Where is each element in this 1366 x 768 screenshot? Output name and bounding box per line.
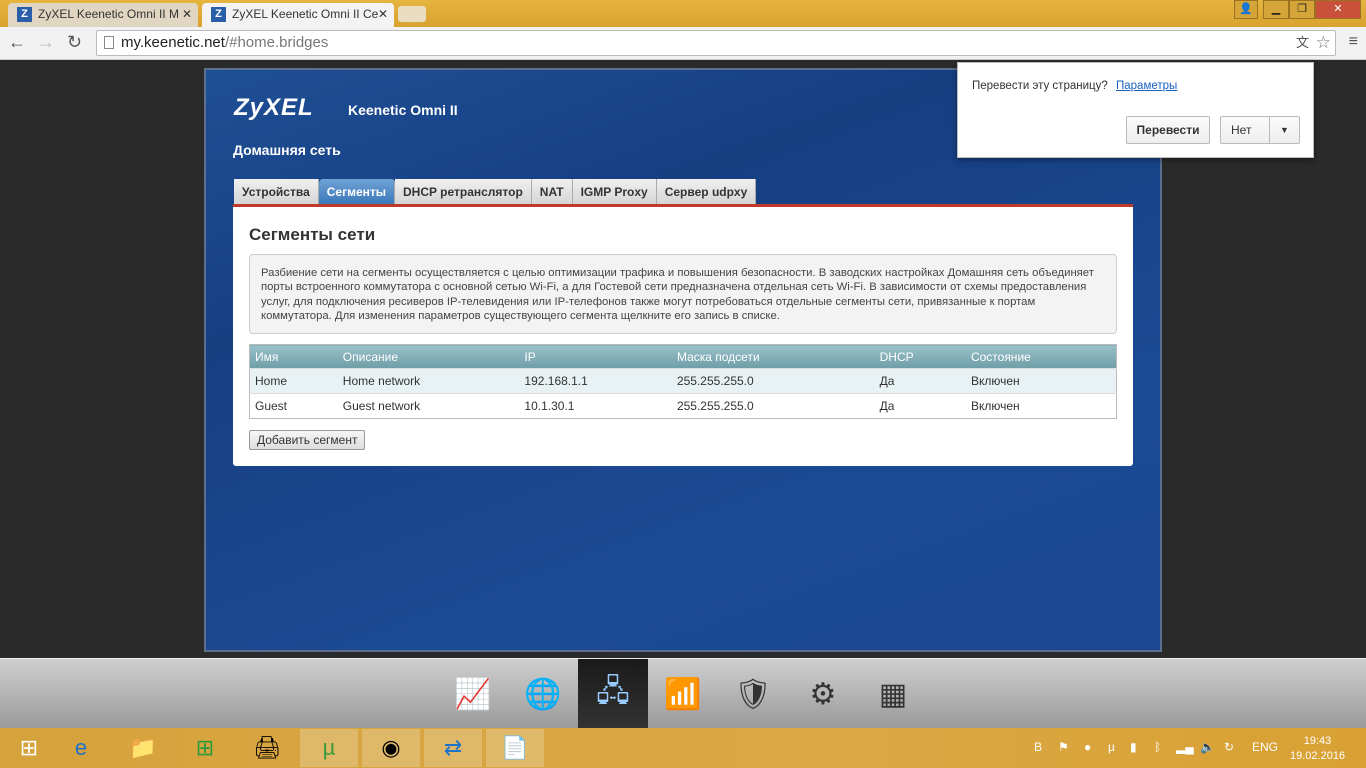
panel-title: Сегменты сети (249, 225, 376, 244)
reload-icon[interactable]: ↻ (67, 32, 82, 53)
page-icon (104, 36, 114, 49)
column-header: Имя (249, 344, 338, 369)
user-icon[interactable]: 👤 (1234, 0, 1258, 19)
forward-icon[interactable]: → (37, 32, 55, 53)
tab-segments[interactable]: Сегменты (318, 179, 396, 205)
table-cell: Guest (249, 393, 338, 419)
battery-icon[interactable]: ▮ (1130, 740, 1137, 754)
column-header: IP (519, 344, 672, 369)
utorrent-icon[interactable]: µ (300, 729, 358, 767)
table-cell: 255.255.255.0 (671, 368, 875, 394)
chrome-icon[interactable]: ◉ (362, 729, 420, 767)
column-header: Маска подсети (671, 344, 875, 369)
column-header: Состояние (965, 344, 1117, 369)
table-cell: Home (249, 368, 338, 394)
table-cell: Да (874, 393, 966, 419)
ie-icon[interactable]: e (52, 729, 110, 767)
close-tab-icon[interactable]: ✕ (182, 3, 192, 25)
printer-icon[interactable]: 🖨 (238, 729, 296, 767)
table-cell: 10.1.30.1 (519, 393, 672, 419)
minimize-button[interactable]: ▁ (1263, 0, 1289, 19)
router-menu-dock: 📈 🌐 🖧 📶 🛡 ⚙ ▦ (0, 658, 1366, 729)
table-row[interactable]: Guest Guest network 10.1.30.1 255.255.255.0… (249, 393, 1117, 419)
translate-bubble: Перевести эту страницу? Параметры Переве… (957, 62, 1314, 158)
teamviewer-icon[interactable]: ⇄ (424, 729, 482, 767)
browser-tab-1[interactable]: Z ZyXEL Keenetic Omni II M ✕ (8, 3, 198, 27)
internet-icon[interactable]: 🌐 (508, 659, 578, 729)
zyxel-favicon-icon: Z (211, 7, 226, 22)
translate-button[interactable]: Перевести (1126, 116, 1210, 144)
zyxel-logo: ZyXEL (234, 94, 314, 121)
chevron-down-icon[interactable]: ▼ (1269, 117, 1299, 143)
monitor-icon[interactable]: 📈 (438, 659, 508, 729)
table-cell: Включен (965, 368, 1117, 394)
menu-icon[interactable]: ≡ (1349, 33, 1358, 51)
flag-icon[interactable]: ⚑ (1058, 740, 1069, 754)
vk-icon[interactable]: В (1034, 740, 1042, 754)
zyxel-favicon-icon: Z (17, 7, 32, 22)
apps-icon[interactable]: ▦ (858, 659, 928, 729)
explorer-icon[interactable]: 📁 (114, 729, 172, 767)
segments-panel: Сегменты сети Разбиение сети на сегменты… (233, 204, 1133, 466)
translate-question: Перевести эту страницу? (972, 80, 1108, 92)
security-icon[interactable]: 🛡 (718, 659, 788, 729)
system-icon[interactable]: ⚙ (788, 659, 858, 729)
address-bar[interactable]: my.keenetic.net/#home.bridges 文 ☆ (96, 30, 1336, 56)
tab-nat[interactable]: NAT (531, 179, 573, 205)
table-cell: Guest network (337, 393, 520, 419)
browser-toolbar: ← → ↻ my.keenetic.net/#home.bridges 文 ☆ … (0, 27, 1366, 60)
table-cell: Да (874, 368, 966, 394)
model-name: Keenetic Omni II (348, 102, 458, 118)
info-box: Разбиение сети на сегменты осуществляетс… (249, 254, 1117, 334)
section-title: Домашняя сеть (233, 142, 341, 158)
segments-table: Имя Описание IP Маска подсети DHCP Состояние … (249, 344, 1117, 419)
maximize-button[interactable]: ❐ (1289, 0, 1315, 19)
translate-icon[interactable]: 文 (1296, 31, 1309, 55)
new-tab-button[interactable] (398, 6, 426, 22)
home-network-icon[interactable]: 🖧 (578, 659, 648, 729)
wifi-icon[interactable]: 📶 (648, 659, 718, 729)
tab-dhcp-relay[interactable]: DHCP ретранслятор (395, 179, 532, 205)
table-cell: 255.255.255.0 (671, 393, 875, 419)
column-header: DHCP (874, 344, 966, 369)
close-tab-icon[interactable]: ✕ (378, 3, 388, 25)
document-icon[interactable]: 📄 (486, 729, 544, 767)
table-row[interactable]: Home Home network 192.168.1.1 255.255.255.0… (249, 368, 1117, 394)
volume-icon[interactable]: 🔈 (1200, 740, 1215, 754)
close-window-button[interactable]: ✕ (1315, 0, 1361, 19)
network-icon[interactable]: ▂▄ (1176, 740, 1194, 754)
update-icon[interactable]: ↻ (1224, 740, 1234, 754)
bluetooth-icon[interactable]: ᛒ (1154, 740, 1161, 754)
tab-devices[interactable]: Устройства (234, 179, 319, 205)
language-indicator[interactable]: ENG (1252, 740, 1278, 754)
tab-udpxy[interactable]: Сервер udpxy (656, 179, 757, 205)
translate-options-link[interactable]: Параметры (1116, 80, 1177, 92)
router-tabs: Устройства Сегменты DHCP ретранслятор NA… (234, 179, 757, 205)
utorrent-tray-icon[interactable]: µ (1108, 740, 1115, 754)
no-translate-button[interactable]: Нет ▼ (1220, 116, 1300, 144)
add-segment-button[interactable]: Добавить сегмент (249, 430, 366, 450)
camera-icon[interactable]: ● (1084, 740, 1091, 754)
table-cell: 192.168.1.1 (519, 368, 672, 394)
table-cell: Включен (965, 393, 1117, 419)
browser-tab-2[interactable]: Z ZyXEL Keenetic Omni II Ce ✕ (202, 3, 394, 27)
star-icon[interactable]: ☆ (1316, 31, 1331, 55)
taskbar: ⊞ e 📁 ⊞ 🖨 µ ◉ ⇄ 📄 В ⚑ ● µ ▮ ᛒ ▂▄ 🔈 ↻ ENG… (0, 728, 1366, 768)
start-icon[interactable]: ⊞ (0, 729, 58, 767)
tab-igmp-proxy[interactable]: IGMP Proxy (572, 179, 657, 205)
store-icon[interactable]: ⊞ (176, 729, 234, 767)
table-cell: Home network (337, 368, 520, 394)
tab-strip: Z ZyXEL Keenetic Omni II M ✕ Z ZyXEL Keenet… (0, 0, 1366, 27)
back-icon[interactable]: ← (8, 32, 26, 53)
column-header: Описание (337, 344, 520, 369)
clock[interactable]: 19:43 19.02.2016 (1290, 734, 1345, 764)
